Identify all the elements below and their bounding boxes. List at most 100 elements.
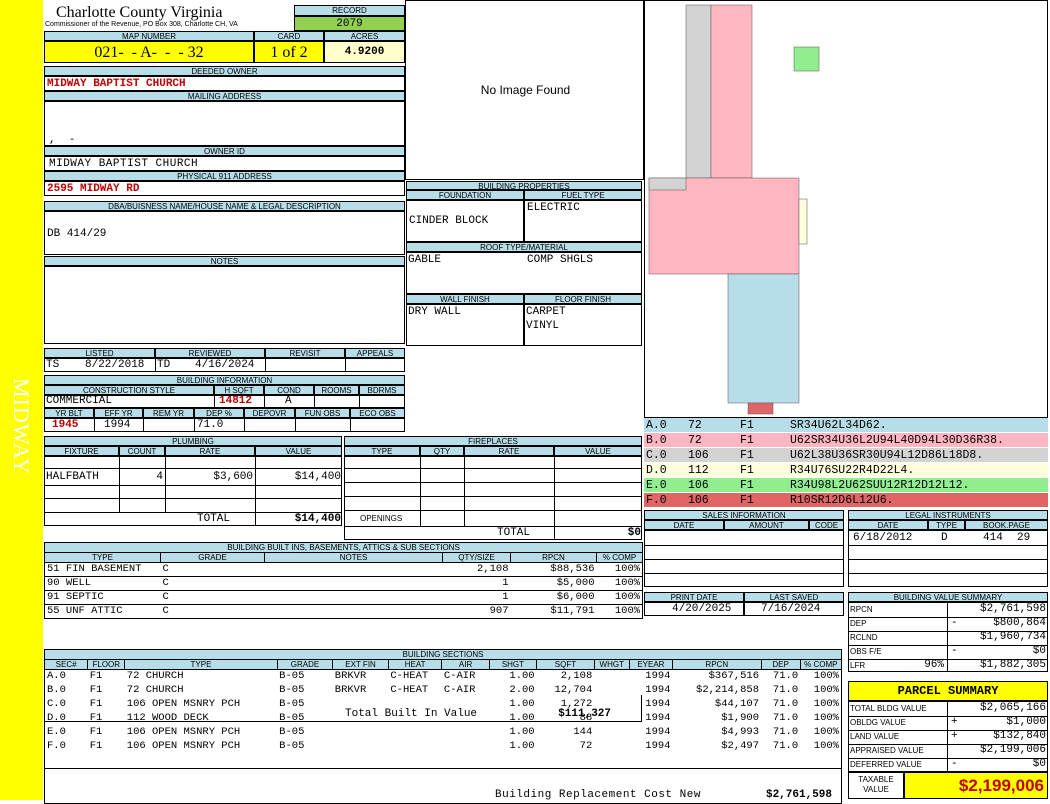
legal-col-type: TYPE bbox=[928, 520, 965, 530]
saved-label: LAST SAVED bbox=[744, 592, 844, 602]
section-cell: 1.00 bbox=[509, 670, 535, 683]
section-cell: 100% bbox=[800, 725, 843, 740]
section-cell bbox=[442, 712, 489, 726]
builtins-title: BUILDING BUILT INS, BASEMENTS, ATTICS & … bbox=[43, 542, 644, 553]
sales-col-code: CODE bbox=[809, 520, 844, 530]
plumbing-col-value: VALUE bbox=[255, 446, 342, 456]
sales-body bbox=[644, 530, 844, 587]
record-label: RECORD bbox=[294, 5, 405, 16]
section-cell: $1,900 bbox=[721, 712, 760, 724]
builtins-cell bbox=[265, 605, 443, 619]
sections-col-3: GRADE bbox=[276, 659, 334, 670]
taxable-value: $2,199,006 bbox=[904, 772, 1048, 799]
section-cell: 1994 bbox=[645, 698, 671, 710]
foundation-value: CINDER BLOCK bbox=[406, 200, 524, 242]
builtins-cell bbox=[265, 563, 443, 577]
section-cell: C-HEAT bbox=[390, 670, 429, 683]
print-label: PRINT DATE bbox=[644, 592, 744, 602]
legend-code: 72 bbox=[688, 434, 702, 447]
section-cell: 71.0 bbox=[772, 698, 799, 710]
builtins-col-1: GRADE bbox=[160, 552, 265, 563]
sales-col-amount: AMOUNT bbox=[724, 520, 809, 530]
section-cell bbox=[442, 740, 489, 754]
mailing-address: , - bbox=[44, 101, 405, 146]
section-cell: 72 CHURCH bbox=[126, 670, 184, 683]
dba-label: DBA/BUISNESS NAME/HOUSE NAME & LEGAL DES… bbox=[44, 201, 405, 211]
vs-lfr-label: LFR bbox=[850, 661, 866, 670]
section-cell: 1,272 bbox=[560, 698, 593, 710]
section-cell bbox=[333, 740, 389, 754]
section-cell bbox=[594, 684, 629, 698]
taxable-label-2: VALUE bbox=[863, 785, 889, 794]
section-row: A.0 F1 72 CHURCH B-05 BRKVR C-HEAT C-AIR 1.00 2,… bbox=[43, 669, 843, 684]
taxable-label-box: TAXABLE VALUE bbox=[848, 772, 904, 799]
section-cell: $367,516 bbox=[708, 670, 760, 683]
section-cell: B.0 bbox=[43, 683, 88, 698]
builtins-cell: 91 SEPTIC bbox=[44, 590, 161, 605]
fireplace-openings-label: OPENINGS bbox=[360, 514, 403, 523]
section-cell bbox=[388, 698, 442, 712]
notes-box bbox=[44, 266, 405, 344]
plumbing-count: 4 bbox=[156, 471, 163, 483]
yrblt-value: 1945 bbox=[52, 419, 79, 431]
legend-code: 112 bbox=[688, 464, 709, 477]
section-cell: 71.0 bbox=[772, 726, 799, 738]
builtins-col-5: % COMP bbox=[595, 552, 644, 563]
rooms-label: ROOMS bbox=[314, 385, 359, 395]
reviewed-by: TD bbox=[157, 359, 171, 371]
bldg-props-title: BUILDING PROPERTIES bbox=[406, 181, 642, 190]
section-cell: 1994 bbox=[645, 712, 671, 724]
parcel-title: PARCEL SUMMARY bbox=[848, 681, 1048, 701]
builtins-cell: $88,536 bbox=[550, 563, 595, 575]
bdrms-label: BDRMS bbox=[359, 385, 405, 395]
plumbing-rate: $3,600 bbox=[213, 471, 253, 483]
notes-label: NOTES bbox=[44, 256, 405, 266]
photo-box: No Image Found bbox=[405, 0, 644, 180]
builtins-cell: 55 UNF ATTIC bbox=[44, 604, 161, 619]
section-cell bbox=[594, 726, 629, 740]
builtins-cell bbox=[265, 577, 443, 591]
vs-rpcn-label: RPCN bbox=[850, 605, 873, 614]
ps-deferred-label: DEFERRED VALUE bbox=[850, 760, 922, 769]
depovr-label: DEPOVR bbox=[244, 408, 295, 418]
section-cell bbox=[594, 740, 629, 754]
section-cell: BRKVR bbox=[334, 684, 367, 696]
legend-path: R34U98L2U62SUU12R12D12L12. bbox=[790, 479, 970, 492]
sections-total: $2,761,598 bbox=[765, 788, 832, 801]
builtins-cell: 1 bbox=[502, 591, 509, 603]
cond-value: A bbox=[285, 395, 292, 407]
section-cell: C-AIR bbox=[443, 684, 476, 696]
legend-row: E.0 106 F1 R34U98L2U62SUU12R12D12L12. bbox=[644, 478, 1048, 493]
sections-title: BUILDING SECTIONS bbox=[44, 649, 842, 660]
value-summary-title: BUILDING VALUE SUMMARY bbox=[848, 592, 1048, 602]
sections-table: BUILDING SECTIONS SEC# FLOOR TYPE GRADE EXT … bbox=[43, 649, 843, 804]
section-cell: F1 bbox=[89, 670, 103, 683]
section-cell: $4,993 bbox=[721, 726, 760, 738]
value-summary-body: RPCN $2,761,598 DEP - $800,864 RCLND $1,… bbox=[848, 602, 1048, 672]
legend-code: 106 bbox=[688, 449, 709, 462]
plumbing-body: HALFBATH 4 $3,600 $14,400 TOTAL $14,400 bbox=[44, 456, 342, 526]
builtins-cell: C bbox=[162, 591, 169, 603]
wall-label: WALL FINISH bbox=[406, 294, 524, 304]
hsqft-value: 14812 bbox=[219, 395, 253, 407]
taxable-label-1: TAXABLE bbox=[858, 775, 894, 784]
legend-row: B.0 72 F1 U62SR34U36L2U94L40D94L30D36R38. bbox=[644, 433, 1048, 448]
dep-value: 71.0 bbox=[197, 419, 224, 431]
revisit-label: REVISIT bbox=[265, 348, 345, 358]
section-cell: 72 CHURCH bbox=[126, 684, 184, 696]
plumbing-total: $14,400 bbox=[294, 513, 341, 525]
section-cell: F1 bbox=[89, 712, 103, 724]
ps-total-bldg: $2,065,166 bbox=[979, 702, 1046, 714]
section-cell: 72 bbox=[579, 740, 593, 752]
section-cell: BRKVR bbox=[334, 670, 367, 683]
commissioner-text: Commissioner of the Revenue, PO Box 308,… bbox=[45, 21, 238, 28]
builtins-cell bbox=[265, 591, 443, 605]
sections-col-4: EXT FIN bbox=[332, 659, 389, 670]
sections-footer: Building Replacement Cost New $2,761,598 bbox=[44, 753, 842, 804]
ps-obldg-label: OBLDG VALUE bbox=[850, 718, 906, 727]
builtins-cell: $5,000 bbox=[556, 577, 595, 589]
sections-total-label: Building Replacement Cost New bbox=[495, 788, 701, 801]
section-row: B.0 F1 72 CHURCH B-05 BRKVR C-HEAT C-AIR 2.00 12… bbox=[43, 683, 843, 698]
deeded-label: DEEDED OWNER bbox=[44, 66, 405, 76]
legend-code: 106 bbox=[688, 494, 709, 507]
